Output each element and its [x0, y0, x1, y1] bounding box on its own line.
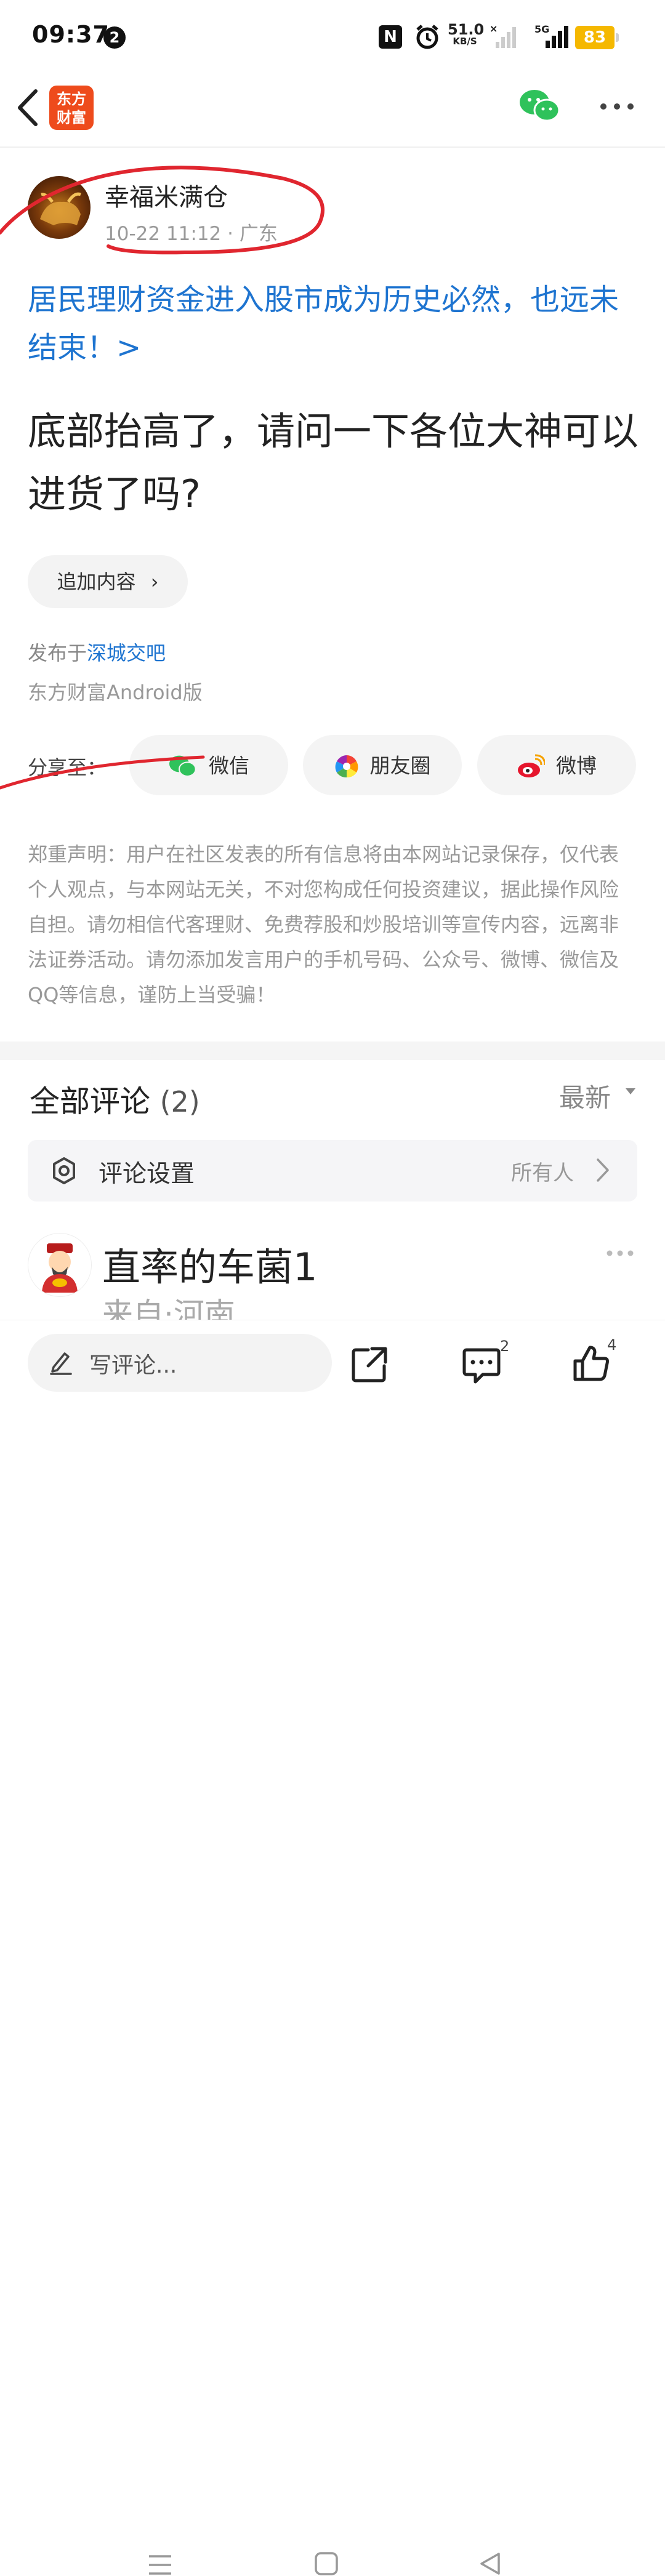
chevron-right-icon: › [150, 570, 159, 593]
comment-more-icon[interactable] [606, 1250, 634, 1257]
sort-selector[interactable]: 最新 [559, 1077, 611, 1115]
wechat-icon[interactable] [518, 87, 562, 124]
append-content-label: 追加内容 [57, 570, 136, 593]
post-meta: 10-22 11:12 · 广东 [105, 223, 278, 245]
chevron-right-icon [597, 1158, 609, 1182]
disclaimer: 郑重声明：用户在社区发表的所有信息将由本网站记录保存，仅代表个人观点，与本网站无… [28, 843, 619, 1006]
comment-icon[interactable] [462, 1346, 501, 1384]
bull-image [40, 192, 81, 225]
post-title: 底部抬高了，请问一下各位大神可以进货了吗? [28, 409, 639, 516]
network-speed-unit: KB/S [453, 36, 477, 47]
share-moments-label: 朋友圈 [369, 753, 431, 778]
svg-text:×: × [490, 25, 498, 34]
published-bar-link[interactable]: 深城交吧 [87, 641, 166, 665]
share-moments-button[interactable]: 朋友圈 [303, 735, 462, 795]
share-wechat-label: 微信 [209, 753, 249, 778]
bottom-toolbar: 写评论... 2 4 [0, 1320, 665, 2575]
like-count: 4 [607, 1336, 617, 1354]
system-back-icon[interactable] [478, 2551, 502, 2576]
notification-count-badge: 2 [103, 26, 126, 49]
section-divider [0, 1041, 665, 1060]
published-prefix: 发布于 [28, 641, 87, 665]
commenter-avatar[interactable] [28, 1233, 92, 1297]
nav-divider [0, 146, 665, 148]
wifi-off-signal-icon: × [490, 25, 516, 48]
eastmoney-logo[interactable]: 东方 财富 [49, 86, 94, 130]
pencil-icon [50, 1352, 72, 1375]
client-info: 东方财富Android版 [28, 681, 203, 704]
alarm-icon [416, 25, 438, 49]
published-in: 发布于深城交吧 [28, 638, 166, 666]
system-menu-icon[interactable] [148, 2554, 172, 2576]
nfc-icon: N [379, 25, 402, 49]
commenter-name[interactable]: 直率的车菌1 [102, 1236, 317, 1291]
logo-line-2: 财富 [57, 109, 86, 126]
topic-link[interactable]: 居民理财资金进入股市成为历史必然，也远未结束！> [28, 276, 643, 372]
comment-count: 2 [500, 1338, 510, 1355]
share-wechat-button[interactable]: 微信 [129, 735, 288, 795]
comments-count: (2) [159, 1085, 200, 1118]
battery-icon: 83 [575, 26, 619, 49]
comments-title: 全部评论 [30, 1084, 151, 1119]
author-name[interactable]: 幸福米满仓 [105, 177, 228, 213]
share-weibo-label: 微博 [556, 753, 597, 778]
back-icon[interactable] [14, 86, 44, 129]
moments-icon [335, 755, 358, 777]
author-avatar[interactable] [28, 176, 91, 239]
weibo-icon [518, 754, 545, 777]
append-content-button[interactable]: 追加内容 › [28, 555, 188, 608]
fortune-god-avatar-icon [42, 1243, 78, 1293]
comment-settings-row[interactable]: 评论设置 所有人 [28, 1140, 637, 1202]
system-home-icon[interactable] [314, 2551, 339, 2576]
comment-settings-label: 评论设置 [99, 1160, 195, 1188]
write-comment-placeholder: 写评论... [89, 1353, 177, 1378]
network-speed: 51.0 KB/S [448, 21, 485, 47]
comment-settings-value: 所有人 [511, 1161, 574, 1186]
cell-signal-icon [546, 26, 568, 48]
share-label: 分享至： [28, 756, 107, 779]
write-comment-input[interactable]: 写评论... [28, 1334, 332, 1392]
network-speed-value: 51.0 [448, 21, 485, 38]
status-time: 09:37 [32, 21, 110, 48]
thumbs-up-icon[interactable] [571, 1344, 611, 1383]
more-icon[interactable] [598, 102, 635, 111]
status-bar: 09:37 2 N 51.0 KB/S × 5G 83 [0, 0, 665, 74]
caret-down-icon[interactable] [624, 1087, 637, 1096]
wechat-icon [169, 755, 196, 777]
share-weibo-button[interactable]: 微博 [477, 735, 636, 795]
share-icon[interactable] [350, 1345, 389, 1384]
gear-icon [53, 1157, 75, 1184]
comments-header: 全部评论 (2) [30, 1077, 200, 1121]
logo-line-1: 东方 [57, 90, 86, 108]
